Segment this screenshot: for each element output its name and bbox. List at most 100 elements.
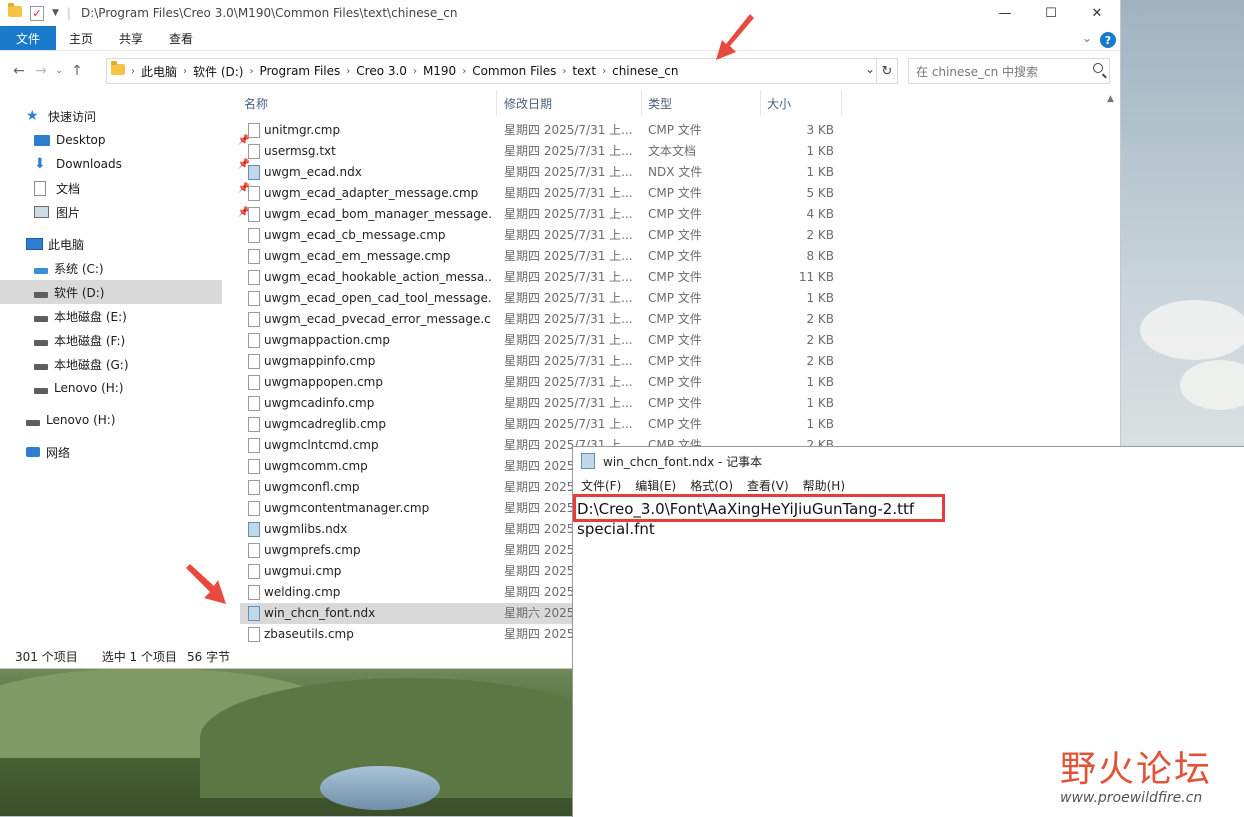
nav-label: 软件 (D:) [54, 285, 105, 300]
title-bar: ✓ ▼ | D:\Program Files\Creo 3.0\M190\Com… [0, 0, 1120, 26]
tab-file[interactable]: 文件 [0, 26, 56, 50]
file-row[interactable]: uwgm_ecad_em_message.cmp 星期四 2025/7/31 上.… [240, 246, 840, 267]
file-date: 星期四 2025/7/31 上... [504, 144, 633, 158]
nav-drive-e[interactable]: 本地磁盘 (E:) [0, 304, 256, 328]
column-divider[interactable] [641, 90, 642, 116]
file-row[interactable]: uwgm_ecad.ndx 星期四 2025/7/31 上... NDX 文件 1 K… [240, 162, 840, 183]
quick-access-dropdown-icon[interactable]: ▼ [52, 8, 59, 18]
notepad-title-bar: win_chcn_font.ndx - 记事本 [573, 447, 1244, 475]
menu-file[interactable]: 文件(F) [581, 477, 621, 494]
tab-share[interactable]: 共享 [106, 26, 156, 50]
file-icon [248, 186, 260, 201]
breadcrumb-program-files[interactable]: Program Files [253, 64, 346, 78]
maximize-button[interactable]: ☐ [1028, 0, 1074, 26]
drive-icon [34, 388, 48, 394]
file-name: uwgm_ecad_em_message.cmp [264, 249, 451, 263]
menu-view[interactable]: 查看(V) [747, 477, 789, 494]
file-row[interactable]: uwgmcadinfo.cmp 星期四 2025/7/31 上... CMP 文件 1… [240, 393, 840, 414]
file-row[interactable]: uwgmappaction.cmp 星期四 2025/7/31 上... CMP 文… [240, 330, 840, 351]
breadcrumb-m190[interactable]: M190 [417, 64, 462, 78]
nav-drive-d[interactable]: 软件 (D:) [0, 280, 222, 304]
file-row[interactable]: uwgm_ecad_cb_message.cmp 星期四 2025/7/31 上.… [240, 225, 840, 246]
file-name: uwgmclntcmd.cmp [264, 438, 379, 452]
nav-drive-f[interactable]: 本地磁盘 (F:) [0, 328, 256, 352]
file-name: uwgm_ecad.ndx [264, 165, 362, 179]
tab-home[interactable]: 主页 [56, 26, 106, 50]
close-button[interactable]: ✕ [1074, 0, 1120, 26]
file-row[interactable]: uwgm_ecad_bom_manager_message.... 星期四 202… [240, 204, 840, 225]
file-row[interactable]: uwgmappinfo.cmp 星期四 2025/7/31 上... CMP 文件 2… [240, 351, 840, 372]
file-row[interactable]: uwgmappopen.cmp 星期四 2025/7/31 上... CMP 文件 1… [240, 372, 840, 393]
nav-drive-h-sub[interactable]: Lenovo (H:) [0, 376, 256, 400]
file-row[interactable]: uwgm_ecad_open_cad_tool_message.... 星期四 2… [240, 288, 840, 309]
column-header-date[interactable]: 修改日期 [504, 90, 552, 116]
file-icon [248, 396, 260, 411]
menu-help[interactable]: 帮助(H) [803, 477, 845, 494]
watermark-title: 野火论坛 [1060, 749, 1213, 790]
menu-edit[interactable]: 编辑(E) [635, 477, 676, 494]
tab-view[interactable]: 查看 [156, 26, 206, 50]
drive-icon [26, 420, 40, 426]
help-icon[interactable]: ? [1100, 32, 1116, 48]
forward-arrow-icon[interactable]: → [30, 63, 52, 79]
file-date: 星期四 2025/7/31 上... [504, 228, 633, 242]
search-box[interactable]: 在 chinese_cn 中搜索 [908, 58, 1110, 84]
nav-quick-access[interactable]: ★ 快速访问 [0, 104, 248, 128]
properties-icon[interactable]: ✓ [30, 5, 44, 21]
recent-locations-icon[interactable]: ⌄ [52, 66, 66, 76]
nav-drive-c[interactable]: 系统 (C:) [0, 256, 256, 280]
nav-downloads[interactable]: ⬇ Downloads 📌 [0, 152, 256, 176]
menu-format[interactable]: 格式(O) [690, 477, 733, 494]
refresh-icon[interactable]: ↻ [876, 59, 897, 83]
column-header-name[interactable]: 名称 [244, 90, 268, 116]
column-header-size[interactable]: 大小 [767, 90, 791, 116]
nav-pictures[interactable]: 图片 📌 [0, 200, 256, 224]
breadcrumb-chinese-cn[interactable]: chinese_cn [606, 64, 684, 78]
navigation-pane: ★ 快速访问 Desktop 📌 ⬇ Downloads 📌 文档 📌 图片 📌… [0, 96, 250, 644]
nav-drive-h[interactable]: Lenovo (H:) [0, 408, 248, 432]
nav-network[interactable]: 网络 [0, 440, 248, 464]
file-name: uwgm_ecad_bom_manager_message.... [264, 207, 492, 221]
column-header-type[interactable]: 类型 [648, 90, 672, 116]
file-name: unitmgr.cmp [264, 123, 341, 137]
column-divider[interactable] [496, 90, 497, 116]
ribbon-tabs: 文件 主页 共享 查看 [0, 26, 1120, 51]
ribbon-expand-icon[interactable]: ⌄ [1082, 31, 1092, 45]
file-type: CMP 文件 [648, 186, 702, 200]
address-bar[interactable]: › 此电脑 › 软件 (D:) › Program Files › Creo 3… [106, 58, 898, 84]
breadcrumb-common-files[interactable]: Common Files [466, 64, 562, 78]
breadcrumb-creo[interactable]: Creo 3.0 [350, 64, 413, 78]
column-divider[interactable] [841, 90, 842, 116]
minimize-button[interactable]: — [982, 0, 1028, 26]
address-dropdown-icon[interactable]: ⌄ [865, 62, 875, 76]
file-row[interactable]: uwgm_ecad_hookable_action_messa... 星期四 20… [240, 267, 840, 288]
highlight-box [573, 494, 945, 522]
search-icon[interactable] [1093, 63, 1103, 73]
file-row[interactable]: unitmgr.cmp 星期四 2025/7/31 上... CMP 文件 3 KB [240, 120, 840, 141]
status-item-count: 301 个项目 [15, 649, 78, 664]
computer-icon [26, 238, 43, 250]
file-icon [248, 228, 260, 243]
nav-documents[interactable]: 文档 📌 [0, 176, 256, 200]
file-name: uwgmcomm.cmp [264, 459, 368, 473]
nav-drive-g[interactable]: 本地磁盘 (G:) [0, 352, 256, 376]
nav-this-pc[interactable]: 此电脑 [0, 232, 248, 256]
sort-ascending-icon: ⌃ [360, 90, 369, 97]
file-row[interactable]: uwgmcadreglib.cmp 星期四 2025/7/31 上... CMP 文… [240, 414, 840, 435]
status-size: 56 字节 [187, 649, 231, 664]
file-row[interactable]: usermsg.txt 星期四 2025/7/31 上... 文本文档 1 KB [240, 141, 840, 162]
column-divider[interactable] [760, 90, 761, 116]
nav-label: Lenovo (H:) [54, 381, 124, 395]
file-row[interactable]: uwgm_ecad_pvecad_error_message.c... 星期四 2… [240, 309, 840, 330]
breadcrumb-this-pc[interactable]: 此电脑 [135, 63, 183, 80]
back-arrow-icon[interactable]: ← [8, 63, 30, 79]
scroll-up-icon[interactable]: ▲ [1107, 94, 1114, 104]
file-row[interactable]: uwgm_ecad_adapter_message.cmp 星期四 2025/7/… [240, 183, 840, 204]
nav-desktop[interactable]: Desktop 📌 [0, 128, 256, 152]
breadcrumb-drive-d[interactable]: 软件 (D:) [187, 63, 249, 80]
breadcrumb-text[interactable]: text [566, 64, 602, 78]
nav-label: 本地磁盘 (F:) [54, 333, 126, 348]
file-icon [248, 585, 260, 600]
up-arrow-icon[interactable]: ↑ [66, 63, 88, 79]
file-size: 1 KB [806, 417, 834, 431]
